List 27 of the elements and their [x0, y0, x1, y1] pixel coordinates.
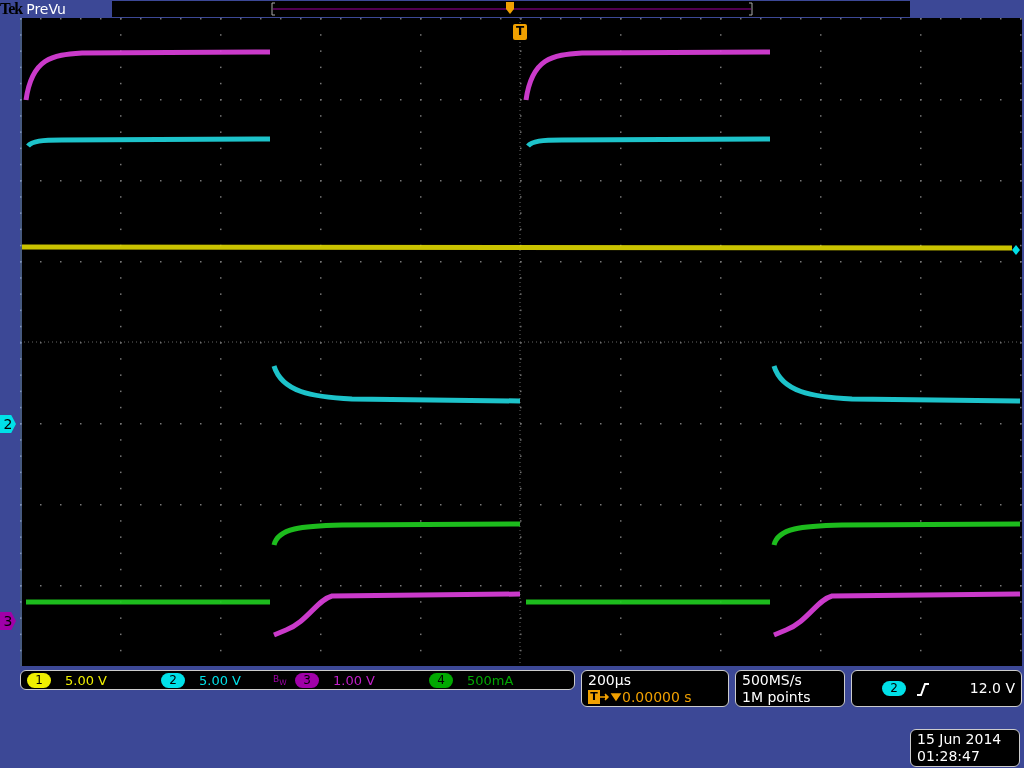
date-text: 15 Jun 2014: [917, 731, 1003, 748]
channel-scale[interactable]: 500mA: [467, 672, 514, 688]
acquisition-panel[interactable]: 500MS/s 1M points: [735, 670, 845, 707]
trigger-source-badge: 2: [882, 681, 906, 696]
channel-scale[interactable]: 5.00 V: [65, 672, 107, 688]
channel-scale[interactable]: 5.00 V: [199, 672, 241, 688]
channel-badge[interactable]: 4: [429, 672, 453, 688]
sample-rate: 500MS/s: [742, 671, 803, 689]
mode-label: PreVu: [26, 0, 67, 17]
channel-scale[interactable]: 1.00 V: [333, 672, 375, 688]
time-text: 01:28:47: [917, 748, 981, 765]
trigger-panel[interactable]: 2 12.0 V: [851, 670, 1022, 707]
bandwidth-limit-label: B$_{W}$: [273, 673, 287, 687]
trigger-icon: T: [588, 690, 600, 704]
time-scale: 200µs: [588, 671, 632, 689]
channel-badge[interactable]: 1: [27, 672, 51, 688]
arrow-icon: [600, 691, 622, 703]
trigger-level: 12.0 V: [969, 680, 1015, 697]
record-length: 1M points: [742, 688, 812, 706]
channel-marker[interactable]: 2: [0, 415, 16, 433]
timebase-panel[interactable]: 200µs T 0.00000 s: [581, 670, 729, 707]
trigger-position: 0.00000 s: [622, 688, 692, 706]
brand-logo: Tek: [0, 0, 23, 18]
trigger-level-icon[interactable]: [1012, 245, 1020, 255]
channel-badge[interactable]: 2: [161, 672, 185, 688]
rising-edge-icon: [916, 681, 930, 696]
trigger-position-marker[interactable]: T: [513, 24, 527, 40]
